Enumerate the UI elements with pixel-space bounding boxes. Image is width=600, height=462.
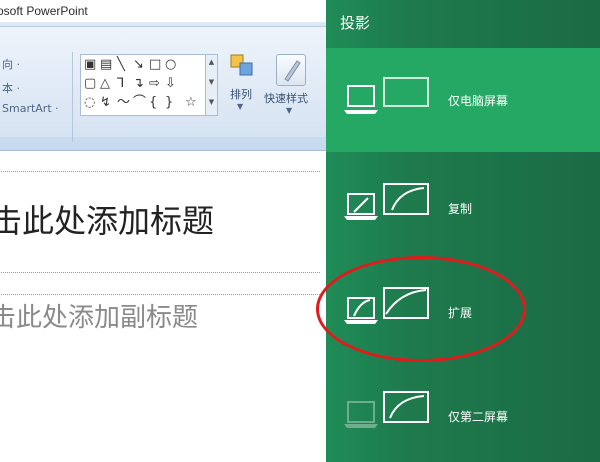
right-arrow-shape-icon[interactable]: ⇨: [149, 77, 160, 90]
option-extend[interactable]: 扩展: [326, 262, 600, 362]
gallery-scrollbar[interactable]: ▲ ▼ ▼: [205, 54, 218, 116]
quick-styles-dropdown-icon: ▼: [286, 106, 293, 115]
elbow-arrow-connector-shape-icon[interactable]: ↴: [133, 77, 144, 90]
down-arrow-shape-icon[interactable]: ⇩: [165, 77, 176, 90]
quick-styles-icon: [276, 54, 306, 86]
arrow-line-shape-icon[interactable]: ↘: [133, 58, 144, 71]
quick-styles-label: 快速样式: [264, 92, 308, 105]
oval-shape-icon[interactable]: ○: [165, 58, 176, 71]
elbow-connector-shape-icon[interactable]: ⅂: [117, 77, 124, 90]
rounded-rectangle-shape-icon[interactable]: ▢: [84, 77, 96, 90]
left-brace-shape-icon[interactable]: {: [149, 96, 157, 109]
arrange-dropdown-icon: ▼: [237, 102, 244, 111]
window-title: osoft PowerPoint: [0, 4, 88, 18]
shapes-gallery[interactable]: ▣ ▤ ╲ ↘ □ ○ ▢ △ ⅂ ↴ ⇨ ⇩ ◌ ↯ 〜 ⌒ { } ☆: [80, 54, 206, 116]
gallery-scroll-up-icon[interactable]: ▲: [206, 58, 217, 66]
arc-shape-icon[interactable]: ⌒: [133, 96, 146, 109]
project-panel: 投影 仅电脑屏幕 复制 扩展 仅第二屏幕: [326, 0, 600, 462]
title-placeholder[interactable]: 击此处添加标题: [0, 171, 320, 273]
arrange-button[interactable]: 排列 ▼: [224, 52, 258, 132]
convert-smartart-button[interactable]: SmartArt ·: [2, 102, 59, 115]
triangle-shape-icon[interactable]: △: [100, 77, 110, 90]
option-label: 扩展: [448, 306, 473, 320]
curve-shape-icon[interactable]: 〜: [117, 96, 130, 109]
option-label: 复制: [448, 202, 473, 216]
duplicate-icon: [344, 183, 429, 220]
extend-icon: [344, 287, 429, 324]
star-shape-icon[interactable]: ☆: [185, 96, 197, 109]
subtitle-placeholder-text: 击此处添加副标题: [0, 303, 199, 333]
align-text-button[interactable]: 本 ·: [2, 80, 20, 96]
panel-heading: 投影: [340, 14, 371, 32]
ribbon: 向 · 本 · SmartArt · ◲ ▣ ▤ ╲ ↘ □ ○ ▢ △ ⅂ ↴…: [0, 22, 326, 174]
vertical-text-box-shape-icon[interactable]: ▤: [100, 58, 112, 71]
second-screen-only-icon: [344, 391, 429, 428]
text-box-shape-icon[interactable]: ▣: [84, 58, 96, 71]
title-placeholder-text: 击此处添加标题: [0, 202, 215, 240]
rectangle-shape-icon[interactable]: □: [149, 58, 161, 71]
option-pc-screen-only[interactable]: 仅电脑屏幕: [326, 48, 600, 152]
arrange-icon: [230, 54, 253, 76]
arrange-label: 排列: [230, 88, 252, 101]
freeform-shape-icon[interactable]: ↯: [100, 96, 111, 109]
line-shape-icon[interactable]: ╲: [117, 58, 125, 71]
option-label: 仅第二屏幕: [448, 410, 509, 424]
pc-screen-only-icon: [344, 77, 429, 114]
powerpoint-window: osoft PowerPoint 向 · 本 · SmartArt · ◲ ▣ …: [0, 0, 326, 462]
right-brace-shape-icon[interactable]: }: [165, 96, 173, 109]
text-direction-button[interactable]: 向 ·: [2, 56, 20, 72]
title-bar: osoft PowerPoint: [0, 0, 326, 22]
quick-styles-button[interactable]: 快速样式 ▼: [262, 52, 320, 132]
group-separator: [72, 52, 73, 142]
subtitle-placeholder[interactable]: 击此处添加副标题: [0, 294, 320, 333]
gallery-more-icon[interactable]: ▼: [206, 98, 217, 106]
rounded-shape-icon[interactable]: ◌: [84, 96, 95, 109]
option-duplicate[interactable]: 复制: [326, 158, 600, 258]
option-second-screen-only[interactable]: 仅第二屏幕: [326, 362, 600, 462]
option-label: 仅电脑屏幕: [448, 94, 509, 108]
gallery-scroll-down-icon[interactable]: ▼: [206, 78, 217, 86]
